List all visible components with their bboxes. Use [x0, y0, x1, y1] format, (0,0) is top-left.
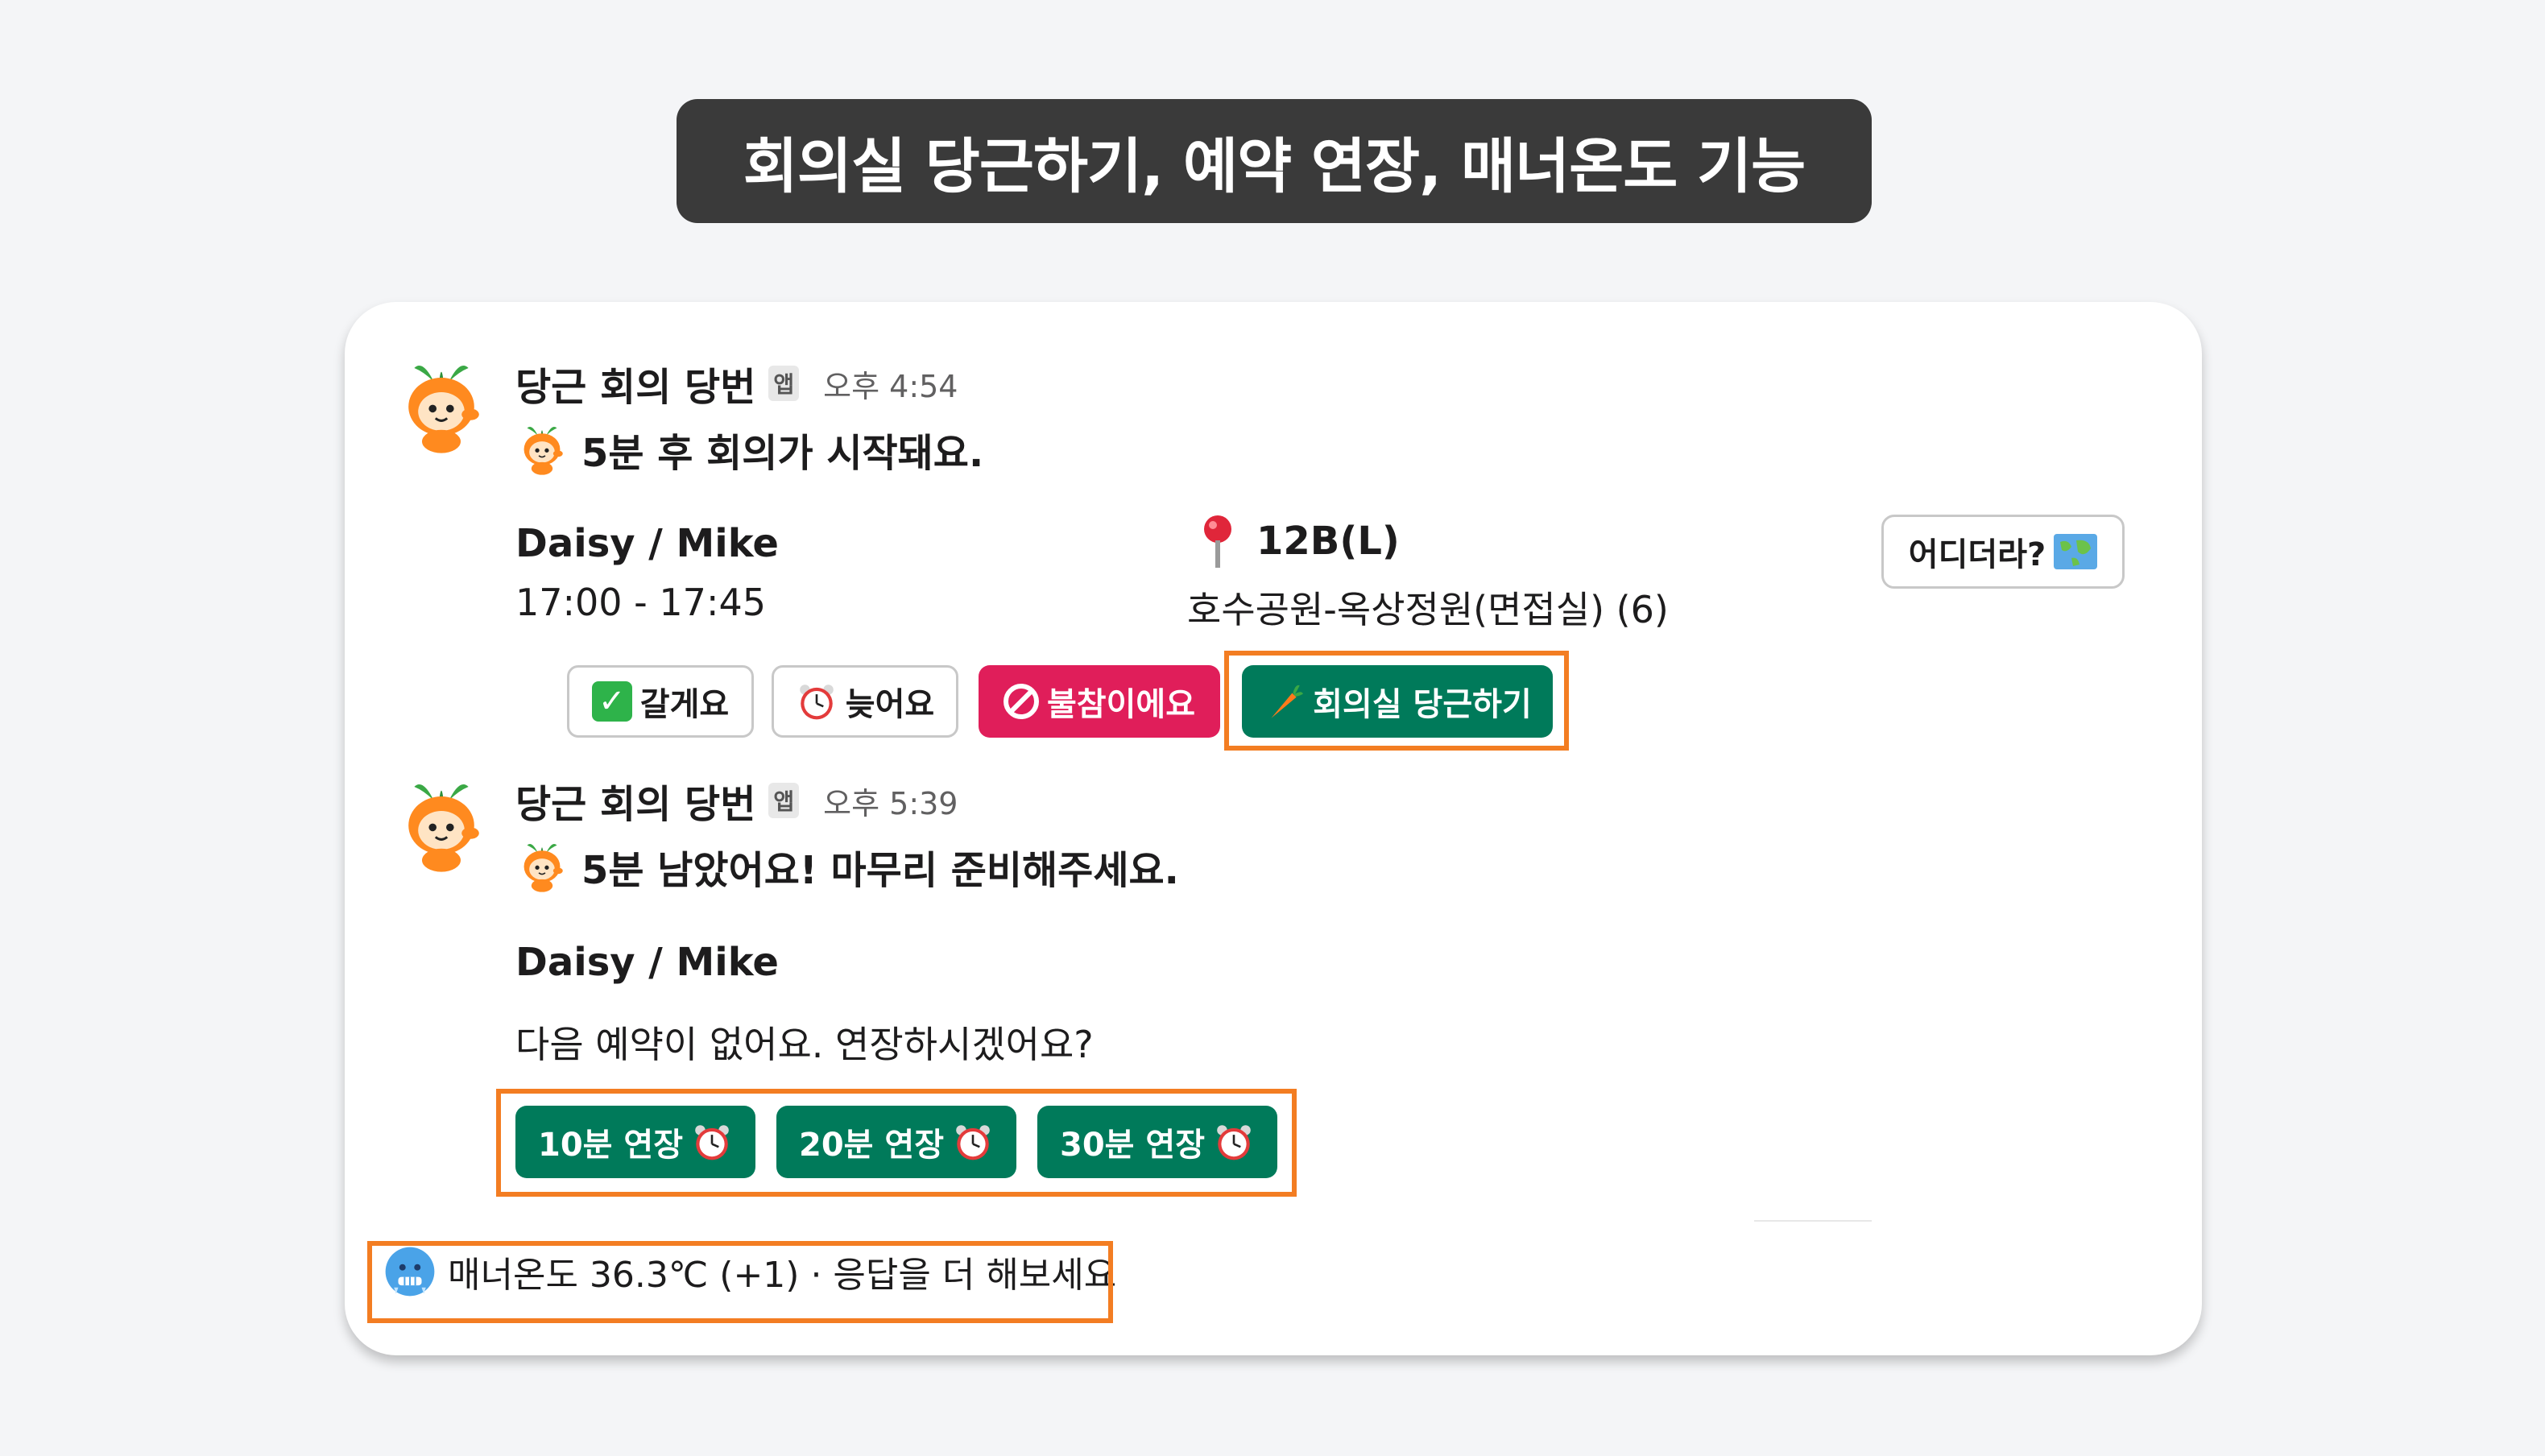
mascot-icon [515, 840, 569, 893]
banner-title: 회의실 당근하기, 예약 연장, 매너온도 기능 [743, 131, 1806, 201]
meeting-time-range: 17:00 - 17:45 [515, 581, 766, 624]
participants: Daisy / Mike [515, 521, 779, 566]
sender-name[interactable]: 당근 회의 당번 [515, 355, 755, 412]
where-button-label: 어디더라? [1908, 536, 2046, 573]
divider [1754, 1220, 1872, 1222]
message-header: 당근 회의 당번 앱 오후 5:39 [515, 772, 958, 829]
bot-avatar[interactable] [393, 777, 490, 874]
where-button[interactable]: 어디더라? [1881, 515, 2125, 589]
message-header: 당근 회의 당번 앱 오후 4:54 [515, 355, 958, 412]
room-name: 12B(L) [1256, 519, 1400, 564]
bot-avatar[interactable] [393, 358, 490, 455]
world-map-icon [2054, 534, 2098, 569]
room-row: 12B(L) [1194, 513, 1400, 569]
round-pushpin-icon [1204, 515, 1231, 568]
title-banner: 회의실 당근하기, 예약 연장, 매너온도 기능 [677, 99, 1872, 223]
late-button[interactable]: 늦어요 [772, 665, 958, 738]
alarm-clock-icon [796, 680, 838, 722]
check-mark-icon: ✓ [591, 681, 632, 722]
late-button-label: 늦어요 [845, 686, 935, 723]
chat-card: 당근 회의 당번 앱 오후 4:54 5분 후 회의가 시작돼요. Daisy … [345, 302, 2202, 1355]
message-text: 5분 후 회의가 시작돼요. [581, 431, 984, 476]
app-badge: 앱 [768, 366, 800, 401]
room-location: 호수공원-옥상정원(면접실) (6) [1187, 588, 1669, 631]
participants: Daisy / Mike [515, 940, 779, 985]
message-text: 5분 남았어요! 마무리 준비해주세요. [581, 848, 1179, 893]
mascot-icon [515, 423, 569, 476]
decline-button[interactable]: 불참이에요 [979, 665, 1220, 738]
sender-name[interactable]: 당근 회의 당번 [515, 772, 755, 829]
message-text-row: 5분 남았어요! 마무리 준비해주세요. [515, 838, 1179, 895]
attend-button-label: 갈게요 [639, 686, 730, 723]
highlight-extend-buttons [496, 1089, 1297, 1197]
highlight-manner [367, 1241, 1113, 1323]
message-time[interactable]: 오후 4:54 [823, 362, 958, 406]
decline-button-label: 불참이에요 [1047, 686, 1195, 723]
message-text-row: 5분 후 회의가 시작돼요. [515, 421, 983, 478]
extend-prompt: 다음 예약이 없어요. 연장하시겠어요? [515, 1023, 1094, 1066]
attend-button[interactable]: ✓ 갈게요 [567, 665, 754, 738]
no-entry-icon [1004, 684, 1039, 719]
highlight-give-room [1224, 651, 1569, 751]
message-time[interactable]: 오후 5:39 [823, 779, 958, 823]
app-badge: 앱 [768, 783, 800, 818]
